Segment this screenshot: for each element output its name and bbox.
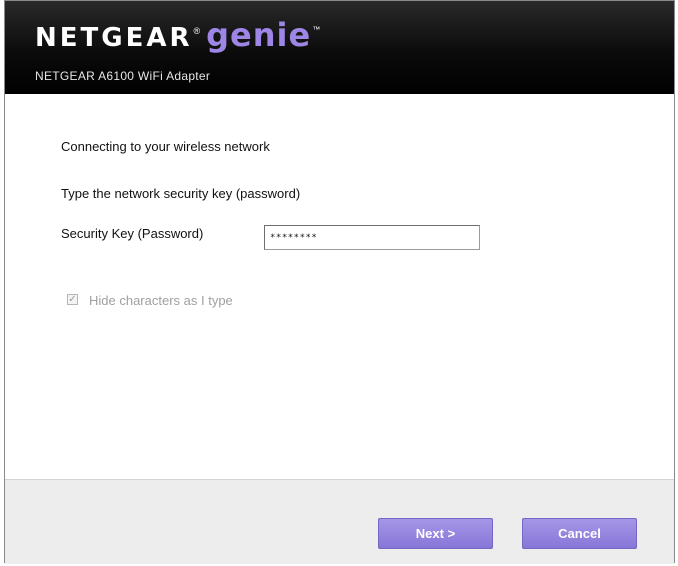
app-header: NETGEAR® genie™ NETGEAR A6100 WiFi Adapte…: [5, 1, 674, 94]
security-key-label: Security Key (Password): [61, 226, 204, 241]
next-button[interactable]: Next >: [378, 518, 493, 549]
checkmark-icon: ✓: [68, 294, 77, 305]
registered-mark: ®: [193, 26, 201, 36]
hide-characters-checkbox[interactable]: ✓: [67, 294, 78, 305]
logo-genie-text: genie: [206, 16, 312, 54]
button-bar: Next > Cancel: [5, 479, 674, 564]
main-content: Connecting to your wireless network Type…: [5, 94, 674, 479]
netgear-genie-logo: NETGEAR® genie™: [35, 15, 320, 55]
page-heading: Connecting to your wireless network: [61, 139, 270, 154]
adapter-subtitle: NETGEAR A6100 WiFi Adapter: [35, 69, 211, 83]
security-key-input[interactable]: [264, 225, 480, 250]
hide-characters-label: Hide characters as I type: [89, 293, 233, 308]
logo-netgear-text: NETGEAR: [35, 23, 193, 53]
cancel-button[interactable]: Cancel: [522, 518, 637, 549]
instruction-text: Type the network security key (password): [61, 186, 301, 201]
wizard-window: NETGEAR® genie™ NETGEAR A6100 WiFi Adapte…: [4, 0, 675, 564]
trademark-mark: ™: [312, 25, 321, 34]
